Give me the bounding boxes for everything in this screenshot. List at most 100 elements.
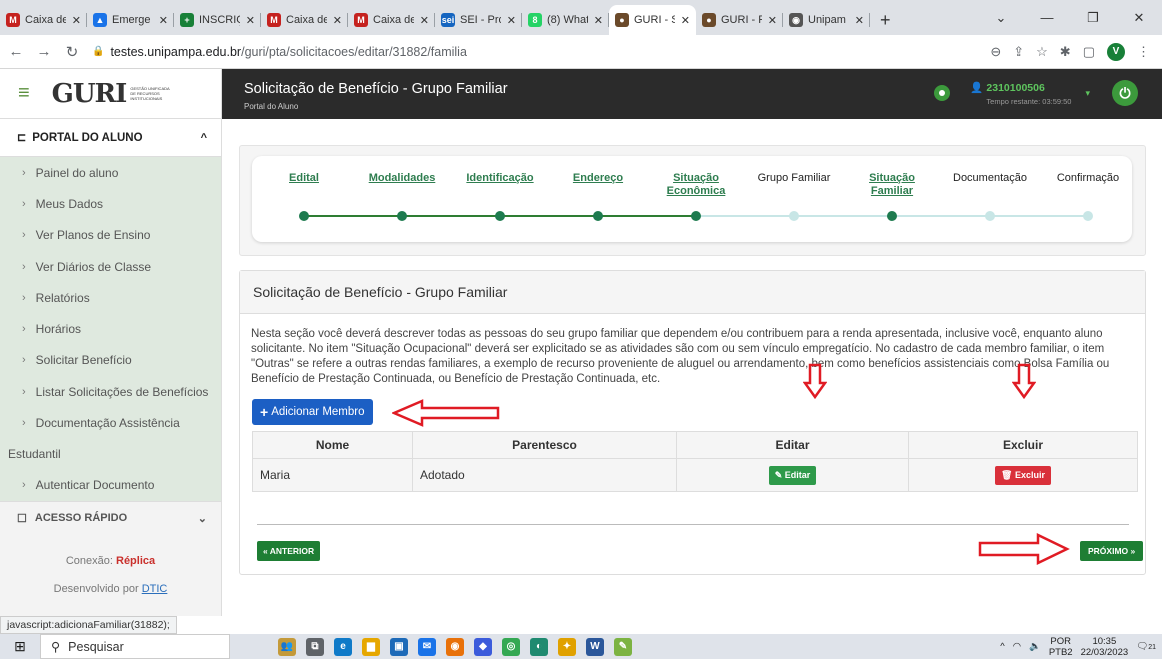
tab-close-icon[interactable]: ✕ bbox=[159, 14, 168, 27]
paint-icon[interactable]: ✎ bbox=[614, 637, 632, 656]
wifi-icon[interactable]: ◠ bbox=[1013, 641, 1021, 652]
tab-close-icon[interactable]: ✕ bbox=[333, 14, 342, 27]
browser-tab[interactable]: ▲ Emerge ✕ bbox=[87, 5, 174, 35]
bookmark-star-icon[interactable]: ☆ bbox=[1036, 44, 1048, 60]
sidebar-item[interactable]: › Painel do aluno bbox=[0, 157, 221, 188]
delete-button[interactable]: 🗑 Excluir bbox=[995, 465, 1051, 485]
tab-close-icon[interactable]: ✕ bbox=[681, 14, 690, 27]
windows-start-icon[interactable]: ⊞ bbox=[0, 634, 40, 659]
step-4[interactable]: Situação Econômica bbox=[651, 172, 741, 198]
reload-icon[interactable]: ↻ bbox=[60, 43, 84, 61]
back-icon[interactable]: ← bbox=[4, 43, 28, 60]
sidebar-item-label: Listar Solicitações de Benefícios bbox=[35, 384, 209, 399]
step-0[interactable]: Edital bbox=[259, 172, 349, 185]
browser-tab[interactable]: M Caixa de ✕ bbox=[261, 5, 348, 35]
tab-close-icon[interactable]: ✕ bbox=[507, 14, 516, 27]
developer-info: Desenvolvido por DTIC bbox=[0, 583, 221, 595]
file-explorer-icon[interactable]: ▆ bbox=[362, 637, 380, 656]
browser-tab[interactable]: ● GURI - S ✕ bbox=[609, 5, 696, 35]
mail-icon[interactable]: ✉ bbox=[418, 637, 436, 656]
task-view-icon[interactable]: ⧉ bbox=[306, 637, 324, 656]
tray-chevron-icon[interactable]: ^ bbox=[1000, 641, 1004, 652]
language-indicator[interactable]: POR PTB2 bbox=[1049, 636, 1073, 658]
tab-search-icon[interactable]: ⌄ bbox=[978, 0, 1024, 35]
sidebar-item[interactable]: › Ver Planos de Ensino bbox=[0, 220, 221, 251]
tab-title: INSCRIÇ bbox=[199, 14, 240, 26]
store-icon[interactable]: ▣ bbox=[390, 637, 408, 656]
sidebar-item[interactable]: › Documentação Assistência bbox=[0, 407, 221, 438]
sidebar-item[interactable]: › Horários bbox=[0, 313, 221, 344]
sidebar-item[interactable]: › Relatórios bbox=[0, 282, 221, 313]
theme-toggle-icon[interactable] bbox=[934, 85, 951, 101]
edit-button[interactable]: ✎ Editar bbox=[768, 465, 817, 485]
user-id: 2310100506 bbox=[986, 81, 1045, 94]
browser-tab[interactable]: sei SEI - Pro ✕ bbox=[435, 5, 522, 35]
menu-kebab-icon[interactable]: ⋮ bbox=[1137, 44, 1150, 60]
close-window-button[interactable]: ✕ bbox=[1116, 0, 1162, 35]
edge-icon[interactable]: e bbox=[334, 637, 352, 656]
profile-avatar[interactable]: V bbox=[1107, 42, 1125, 61]
sidebar-item[interactable]: › Autenticar Documento bbox=[0, 470, 221, 501]
next-button[interactable]: PRÓXIMO » bbox=[1080, 541, 1144, 561]
step-2[interactable]: Identificação bbox=[455, 172, 545, 185]
notification-icon[interactable]: 🗨21 bbox=[1136, 641, 1156, 652]
previous-button[interactable]: « ANTERIOR bbox=[257, 541, 321, 561]
browser-tab[interactable]: M Caixa de ✕ bbox=[0, 5, 87, 35]
sidebar-item[interactable]: › Solicitar Benefício bbox=[0, 345, 221, 376]
browser-tab[interactable]: ◉ Unipam ✕ bbox=[783, 5, 870, 35]
user-info[interactable]: 👤 2310100506 Tempo restante: 03:59:50 bbox=[970, 81, 1071, 106]
sidebar-item-continuation[interactable]: Estudantil bbox=[0, 438, 221, 470]
step-1[interactable]: Modalidades bbox=[357, 172, 447, 185]
vpn-icon[interactable]: ◆ bbox=[474, 637, 492, 656]
developer-link[interactable]: DTIC bbox=[142, 583, 168, 595]
people-icon[interactable]: 👥 bbox=[278, 637, 296, 656]
app-icon[interactable]: ◐ bbox=[530, 637, 548, 656]
breadcrumb[interactable]: Portal do Aluno bbox=[244, 102, 298, 111]
extensions-icon[interactable]: ✱ bbox=[1060, 44, 1071, 60]
share-icon[interactable]: ⇪ bbox=[1013, 44, 1024, 60]
app2-icon[interactable]: ✦ bbox=[558, 637, 576, 656]
browser-tab[interactable]: + INSCRIÇ ✕ bbox=[174, 5, 261, 35]
tab-close-icon[interactable]: ✕ bbox=[246, 14, 255, 27]
tab-close-icon[interactable]: ✕ bbox=[594, 14, 603, 27]
browser-tab[interactable]: 8 (8) What ✕ bbox=[522, 5, 609, 35]
sidepanel-icon[interactable]: ▢ bbox=[1083, 44, 1095, 60]
clock[interactable]: 10:35 22/03/2023 bbox=[1081, 636, 1129, 658]
step-3[interactable]: Endereço bbox=[553, 172, 643, 185]
sidebar-item[interactable]: › Meus Dados bbox=[0, 188, 221, 219]
taskbar-search[interactable]: ⚲ Pesquisar bbox=[40, 634, 230, 659]
sidebar-item[interactable]: › Ver Diários de Classe bbox=[0, 251, 221, 282]
tab-favicon-icon: 8 bbox=[528, 13, 542, 27]
volume-icon[interactable]: 🔈 bbox=[1029, 641, 1041, 652]
tab-close-icon[interactable]: ✕ bbox=[768, 14, 777, 27]
hamburger-menu-icon[interactable]: ≡ bbox=[18, 82, 30, 105]
quick-access-section[interactable]: ☐ ACESSO RÁPIDO ⌄ bbox=[0, 500, 221, 535]
new-tab-button[interactable]: + bbox=[870, 5, 901, 35]
add-member-button[interactable]: + Adicionar Membro bbox=[252, 399, 373, 425]
portal-aluno-section[interactable]: ⊏ PORTAL DO ALUNO ^ bbox=[0, 119, 221, 157]
word-icon[interactable]: W bbox=[586, 637, 604, 656]
tab-title: Emerge bbox=[112, 14, 151, 26]
step-node bbox=[887, 211, 897, 221]
date: 22/03/2023 bbox=[1080, 646, 1129, 658]
forward-icon[interactable]: → bbox=[32, 43, 56, 60]
firefox-icon[interactable]: ◉ bbox=[446, 637, 464, 656]
developed-by-label: Desenvolvido por bbox=[53, 582, 139, 595]
annotation-arrow-down-edit-icon bbox=[803, 363, 827, 399]
browser-tab[interactable]: M Caixa de ✕ bbox=[348, 5, 435, 35]
chrome-icon[interactable]: ◎ bbox=[502, 637, 520, 656]
url-field[interactable]: 🔒 testes.unipampa.edu.br/guri/pta/solici… bbox=[92, 39, 990, 65]
guri-logo[interactable]: GURI GESTÃO UNIFICADA DE RECURSOS INSTIT… bbox=[52, 79, 171, 109]
minimize-button[interactable]: — bbox=[1024, 0, 1070, 35]
user-dropdown-icon[interactable]: ▾ bbox=[1085, 88, 1090, 99]
sidebar-item-label: Autenticar Documento bbox=[35, 478, 155, 493]
tab-close-icon[interactable]: ✕ bbox=[72, 14, 81, 27]
zoom-icon[interactable]: ⊖ bbox=[990, 44, 1001, 60]
browser-tab[interactable]: ● GURI - F ✕ bbox=[696, 5, 783, 35]
sidebar-item[interactable]: › Listar Solicitações de Benefícios bbox=[0, 376, 221, 407]
power-logout-icon[interactable]: ⏻ bbox=[1112, 80, 1138, 106]
step-6[interactable]: Situação Familiar bbox=[847, 172, 937, 198]
tab-close-icon[interactable]: ✕ bbox=[855, 14, 864, 27]
restore-button[interactable]: ❐ bbox=[1070, 0, 1116, 35]
tab-close-icon[interactable]: ✕ bbox=[420, 14, 429, 27]
